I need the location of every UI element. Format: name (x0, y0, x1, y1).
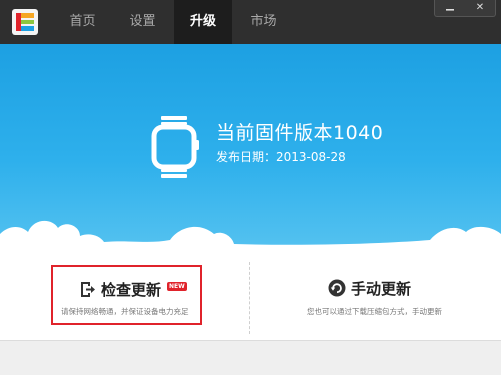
footer-bar (0, 340, 501, 375)
check-update-hint: 请保持网络畅通，并保证设备电力充足 (61, 307, 189, 316)
tab-market[interactable]: 市场 (236, 0, 291, 44)
tab-upgrade[interactable]: 升级 (174, 0, 232, 44)
firmware-banner: 当前固件版本1040 发布日期：2013-08-28 (0, 44, 501, 256)
refresh-icon (328, 279, 346, 297)
check-update-button[interactable]: 检查更新 NEW 请保持网络畅通，并保证设备电力充足 (51, 265, 202, 325)
check-update-label: 检查更新 (101, 281, 162, 299)
manual-update-button[interactable]: 手动更新 您也可以通过下载压缩包方式，手动更新 (300, 265, 450, 325)
app-logo-icon (12, 9, 38, 35)
export-arrow-icon (81, 282, 95, 297)
window-controls: ✕ (434, 0, 496, 17)
panel-divider (249, 262, 250, 334)
new-badge: NEW (167, 282, 187, 291)
minimize-button[interactable] (435, 0, 465, 16)
title-bar: 首页 设置 升级 市场 ✕ (0, 0, 501, 44)
minimize-icon (446, 9, 454, 11)
smartwatch-icon (151, 116, 199, 178)
app-window: 首页 设置 升级 市场 ✕ 当前固件版本1040 发布日期：2013-08-28 (0, 0, 501, 375)
firmware-release-date: 发布日期：2013-08-28 (216, 150, 346, 164)
close-button[interactable]: ✕ (465, 0, 495, 16)
manual-update-hint: 您也可以通过下载压缩包方式，手动更新 (307, 307, 442, 316)
tab-home[interactable]: 首页 (55, 0, 110, 44)
tab-settings[interactable]: 设置 (115, 0, 170, 44)
manual-update-label: 手动更新 (351, 280, 412, 298)
close-icon: ✕ (475, 2, 485, 13)
firmware-version-title: 当前固件版本1040 (216, 122, 384, 144)
update-actions-panel: 检查更新 NEW 请保持网络畅通，并保证设备电力充足 手动更新 您也可以通过下载… (0, 256, 501, 340)
clouds-decoration (0, 220, 501, 256)
